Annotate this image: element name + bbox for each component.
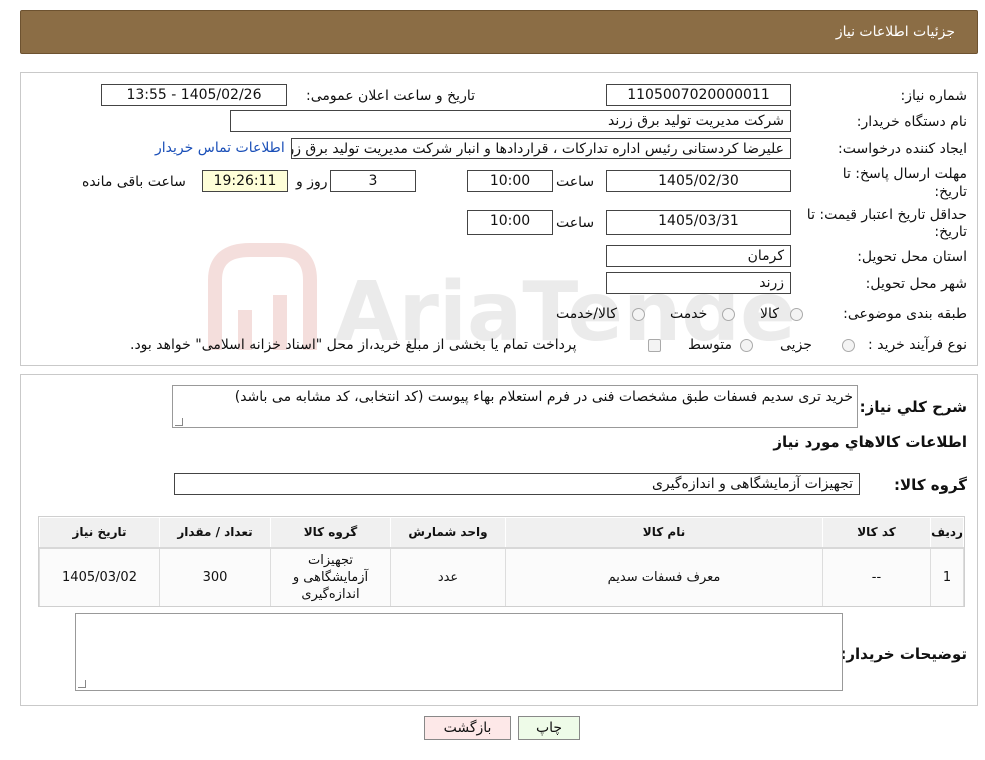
summary-textarea[interactable]: خرید تری سدیم فسفات طبق مشخصات فنی در فر… [172, 385, 858, 428]
announce-datetime-field: 1405/02/26 - 13:55 [101, 84, 287, 106]
category-goods-service-label: کالا/خدمت [556, 306, 617, 322]
process-small-radio[interactable] [842, 339, 855, 352]
col-unit: واحد شمارش [390, 517, 506, 549]
col-code: کد کالا [822, 517, 931, 549]
buyer-org-label: نام دستگاه خریدار: [856, 114, 967, 130]
validity-date-field: 1405/03/31 [606, 210, 791, 235]
col-date: تاریخ نیاز [39, 517, 160, 549]
table-header-row: ردیف کد کالا نام کالا واحد شمارش گروه کا… [39, 517, 964, 549]
goods-group-label: گروه کالا: [894, 476, 967, 494]
buyer-notes-textarea[interactable] [75, 613, 843, 691]
col-row: ردیف [930, 517, 964, 549]
deadline-time-field: 10:00 [467, 170, 553, 192]
need-number-label: شماره نیاز: [900, 88, 968, 104]
resize-grip-icon[interactable] [175, 418, 183, 426]
deadline-date-field: 1405/02/30 [606, 170, 791, 192]
remaining-time-label: ساعت باقی مانده [82, 174, 186, 190]
summary-label: شرح کلي نياز: [859, 398, 967, 416]
items-table: ردیف کد کالا نام کالا واحد شمارش گروه کا… [39, 517, 964, 606]
col-group: گروه کالا [270, 517, 391, 549]
process-label: نوع فرآیند خرید : [868, 337, 967, 353]
validity-time-field: 10:00 [467, 210, 553, 235]
category-label: طبقه بندی موضوعی: [843, 306, 967, 322]
validity-label-date: تاریخ: [934, 224, 967, 240]
buyer-contact-link[interactable]: اطلاعات تماس خریدار [155, 140, 285, 156]
process-note: پرداخت تمام یا بخشی از مبلغ خرید،از محل … [130, 337, 577, 353]
category-goods-service-radio[interactable] [632, 308, 645, 321]
province-field: کرمان [606, 245, 791, 267]
cell-name: معرف فسفات سدیم [505, 547, 823, 606]
days-label: روز و [296, 174, 328, 190]
col-name: نام کالا [505, 517, 823, 549]
province-label: استان محل تحویل: [857, 249, 967, 265]
goods-group-field: تجهیزات آزمایشگاهی و اندازه‌گیری [174, 473, 860, 495]
page-title: جزئیات اطلاعات نیاز [835, 24, 955, 40]
category-goods-label: کالا [760, 306, 779, 322]
creator-field: علیرضا کردستانی رئیس اداره تدارکات ، قرا… [291, 138, 791, 159]
category-service-label: خدمت [670, 306, 708, 322]
announce-label: تاریخ و ساعت اعلان عمومی: [306, 88, 475, 104]
cell-date: 1405/03/02 [39, 547, 160, 606]
print-button[interactable]: چاپ [518, 716, 580, 740]
remaining-time-field: 19:26:11 [202, 170, 288, 192]
back-button[interactable]: بازگشت [424, 716, 511, 740]
validity-label: حداقل تاریخ اعتبار قیمت: تا [806, 207, 967, 223]
cell-group: تجهیزات آزمایشگاهی و اندازه‌گیری [270, 547, 391, 606]
buyer-org-field: شرکت مدیریت تولید برق زرند [230, 110, 791, 132]
creator-label: ایجاد کننده درخواست: [838, 141, 967, 157]
deadline-label: مهلت ارسال پاسخ: تا [842, 166, 967, 182]
category-service-radio[interactable] [722, 308, 735, 321]
process-medium-label: متوسط [688, 337, 732, 353]
cell-qty: 300 [159, 547, 271, 606]
category-goods-radio[interactable] [790, 308, 803, 321]
cell-code: -- [822, 547, 931, 606]
process-small-label: جزیی [780, 337, 812, 353]
city-label: شهر محل تحویل: [865, 276, 967, 292]
summary-text: خرید تری سدیم فسفات طبق مشخصات فنی در فر… [234, 389, 853, 405]
col-qty: تعداد / مقدار [159, 517, 271, 549]
items-table-wrapper: ردیف کد کالا نام کالا واحد شمارش گروه کا… [38, 516, 965, 607]
treasury-checkbox[interactable] [648, 339, 661, 352]
table-row: 1 -- معرف فسفات سدیم عدد تجهیزات آزمایشگ… [39, 547, 964, 606]
buyer-notes-label: توضیحات خریدار: [840, 645, 967, 663]
validity-time-label: ساعت [556, 215, 595, 231]
cell-unit: عدد [390, 547, 506, 606]
notes-resize-grip-icon[interactable] [78, 680, 86, 688]
cell-row: 1 [930, 547, 964, 606]
page-header: جزئیات اطلاعات نیاز [20, 10, 978, 54]
process-medium-radio[interactable] [740, 339, 753, 352]
goods-info-title: اطلاعات کالاهاي مورد نياز [773, 433, 967, 451]
city-field: زرند [606, 272, 791, 294]
days-remaining-field: 3 [330, 170, 416, 192]
need-number-field: 1105007020000011 [606, 84, 791, 106]
deadline-label-date: تاریخ: [934, 184, 967, 200]
deadline-time-label: ساعت [556, 174, 595, 190]
